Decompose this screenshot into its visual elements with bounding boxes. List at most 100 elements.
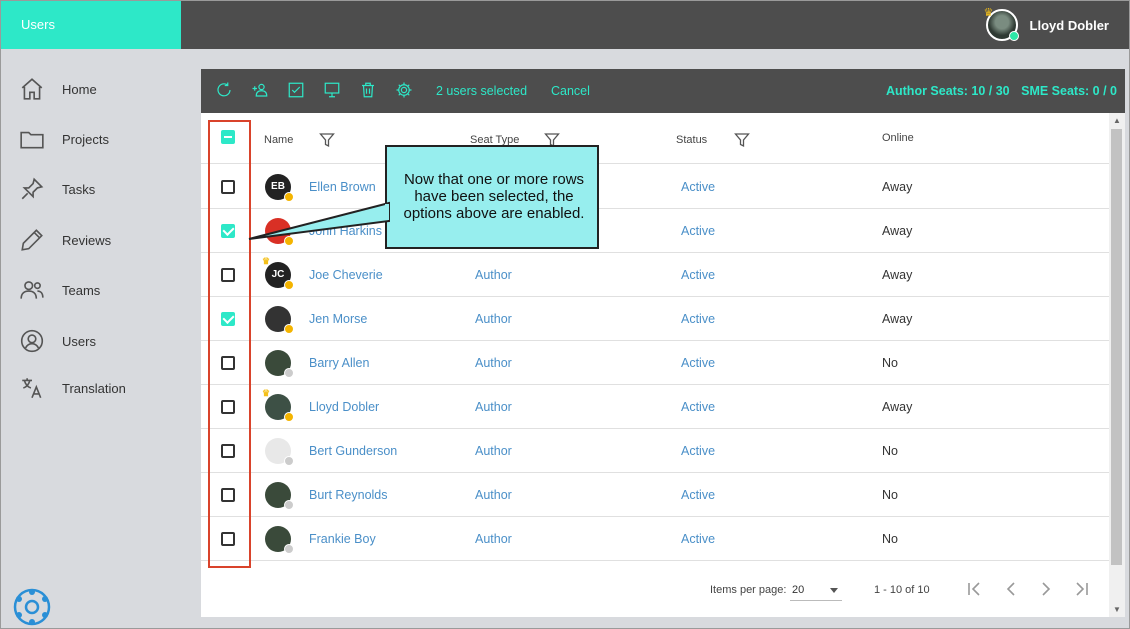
status-filter-button[interactable] — [734, 132, 750, 148]
presence-dot — [284, 456, 294, 466]
sidebar-item-label: Teams — [62, 282, 101, 298]
column-header-name[interactable]: Name — [264, 134, 293, 146]
sidebar-item-translation[interactable]: Translation — [19, 373, 126, 403]
author-seats: Author Seats: 10 / 30 — [885, 84, 1010, 98]
avatar — [265, 306, 294, 334]
translate-icon — [22, 378, 42, 399]
online-cell: No — [882, 488, 898, 502]
settings-button[interactable] — [395, 81, 413, 99]
app-title: Users — [1, 1, 181, 49]
sidebar-item-teams[interactable]: Teams — [19, 275, 100, 305]
avatar[interactable]: ♛ — [983, 7, 1019, 41]
user-name-link[interactable]: Ellen Brown — [309, 180, 376, 194]
status-cell: Active — [681, 180, 716, 194]
add-user-icon — [252, 83, 268, 97]
seat-type-button[interactable] — [323, 81, 341, 99]
sidebar-item-reviews[interactable]: Reviews — [19, 225, 111, 255]
vertical-scrollbar[interactable]: ▲ ▼ — [1109, 113, 1125, 617]
next-page-button[interactable] — [1037, 580, 1055, 598]
sidebar-item-users[interactable]: Users — [19, 326, 96, 356]
sidebar-item-label: Reviews — [62, 232, 112, 248]
table-row[interactable]: Bert Gunderson Author Active No — [201, 429, 1109, 473]
assign-button[interactable] — [287, 81, 305, 99]
avatar — [265, 350, 294, 378]
status-cell: Active — [681, 488, 716, 502]
crown-icon: ♛ — [262, 256, 271, 266]
refresh-button[interactable] — [215, 81, 233, 99]
scroll-thumb[interactable] — [1111, 129, 1122, 565]
presence-dot — [284, 412, 294, 422]
seat-type-cell: Author — [475, 488, 512, 502]
status-cell: Active — [681, 312, 716, 326]
user-menu[interactable]: ♛ Lloyd Dobler — [983, 7, 1109, 43]
pen-icon — [21, 229, 43, 251]
online-cell: No — [882, 356, 898, 370]
online-status-dot — [1008, 31, 1019, 41]
sidebar-item-home[interactable]: Home — [19, 74, 97, 104]
user-name[interactable]: Lloyd Dobler — [1030, 18, 1109, 33]
crown-icon: ♛ — [262, 388, 271, 398]
status-cell: Active — [681, 268, 716, 282]
avatar-initials: JC — [271, 269, 285, 280]
presence-dot — [284, 544, 294, 554]
paginator: Items per page: 20 1 - 10 of 10 — [201, 561, 1109, 617]
scroll-down-arrow-icon[interactable]: ▼ — [1113, 605, 1121, 614]
table-row[interactable]: Jen Morse Author Active Away — [201, 297, 1109, 341]
page-size-select[interactable]: 20 — [790, 579, 842, 601]
monitor-icon — [324, 82, 340, 98]
last-page-icon — [1076, 582, 1088, 596]
user-name-link[interactable]: Joe Cheverie — [309, 268, 383, 282]
name-filter-button[interactable] — [319, 132, 335, 148]
table-row[interactable]: Burt Reynolds Author Active No — [201, 473, 1109, 517]
sidebar-item-tasks[interactable]: Tasks — [19, 174, 95, 204]
column-header-status[interactable]: Status — [676, 134, 707, 146]
callout-pointer — [248, 201, 390, 240]
sidebar-item-label: Home — [62, 81, 97, 97]
user-name-link[interactable]: Bert Gunderson — [309, 444, 397, 458]
callout-text: Now that one or more rows have been sele… — [403, 171, 585, 222]
last-page-button[interactable] — [1073, 580, 1091, 598]
sidebar-item-projects[interactable]: Projects — [19, 124, 109, 154]
crown-icon: ♛ — [983, 7, 994, 19]
cancel-button[interactable]: Cancel — [551, 84, 590, 98]
delete-button[interactable] — [359, 81, 377, 99]
user-circle-icon — [20, 329, 44, 353]
status-cell: Active — [681, 400, 716, 414]
checklist-icon — [288, 82, 304, 98]
filter-icon — [319, 133, 335, 148]
user-name-link[interactable]: Lloyd Dobler — [309, 400, 379, 414]
user-name-link[interactable]: Burt Reynolds — [309, 488, 388, 502]
refresh-icon — [217, 82, 231, 97]
seat-type-cell: Author — [475, 532, 512, 546]
user-name-link[interactable]: Barry Allen — [309, 356, 369, 370]
help-callout: Now that one or more rows have been sele… — [385, 145, 599, 249]
first-page-icon — [968, 582, 980, 596]
previous-page-button[interactable] — [1002, 580, 1020, 598]
presence-dot — [284, 280, 294, 290]
filter-icon — [734, 133, 750, 148]
selection-toolbar: 2 users selected Cancel Author Seats: 10… — [201, 69, 1125, 113]
home-icon — [21, 78, 43, 100]
avatar: JC ♛ — [262, 256, 294, 290]
avatar-initials: EB — [271, 181, 285, 192]
add-user-button[interactable] — [251, 81, 269, 99]
table-row[interactable]: ♛ Lloyd Dobler Author Active Away — [201, 385, 1109, 429]
table-row[interactable]: JC ♛ Joe Cheverie Author Active Away — [201, 253, 1109, 297]
user-name-link[interactable]: Frankie Boy — [309, 532, 376, 546]
app-window: Users ♛ Lloyd Dobler Home Projects Tasks… — [0, 0, 1130, 629]
online-cell: Away — [882, 180, 913, 194]
table-row[interactable]: Frankie Boy Author Active No — [201, 517, 1109, 561]
avatar — [265, 526, 294, 554]
presence-dot — [284, 368, 294, 378]
seat-counts: Author Seats: 10 / 30 SME Seats: 0 / 0 — [878, 84, 1117, 98]
sidebar-item-label: Users — [62, 333, 96, 349]
sme-seats: SME Seats: 0 / 0 — [1021, 84, 1117, 98]
checkbox-column-highlight — [208, 120, 251, 568]
scroll-up-arrow-icon[interactable]: ▲ — [1113, 116, 1121, 125]
status-cell: Active — [681, 356, 716, 370]
table-row[interactable]: Barry Allen Author Active No — [201, 341, 1109, 385]
user-name-link[interactable]: Jen Morse — [309, 312, 367, 326]
top-bar: Users ♛ Lloyd Dobler — [1, 1, 1129, 49]
presence-dot — [284, 500, 294, 510]
first-page-button[interactable] — [965, 580, 983, 598]
